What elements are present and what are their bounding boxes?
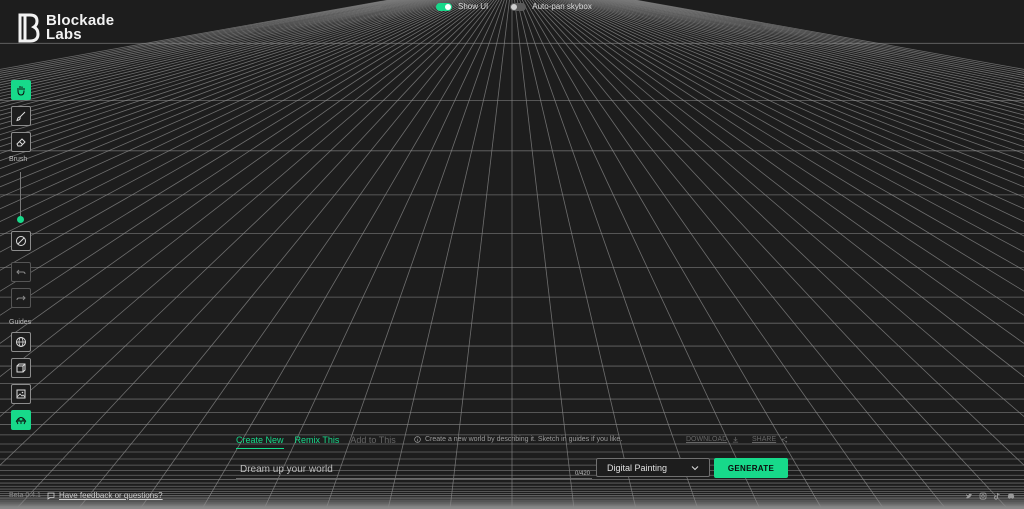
hint-text: Create a new world by describing it. Ske… xyxy=(425,436,623,443)
char-counter: 0/420 xyxy=(574,471,590,477)
brush-icon xyxy=(16,111,26,122)
image-guide-icon xyxy=(16,389,26,399)
eraser-tool-button[interactable] xyxy=(11,132,31,152)
prompt-input[interactable] xyxy=(236,458,562,480)
dome-guide-icon xyxy=(15,417,27,425)
redo-icon xyxy=(16,295,26,301)
prompt-field: 0/420 xyxy=(236,458,592,480)
tab-remix-this[interactable]: Remix This xyxy=(295,435,340,449)
generate-button[interactable]: GENERATE xyxy=(714,458,788,478)
info-icon xyxy=(414,436,421,443)
chevron-down-icon xyxy=(691,465,699,470)
logo-icon xyxy=(18,13,40,43)
share-label: SHARE xyxy=(752,436,777,443)
image-guide-button[interactable] xyxy=(11,384,31,404)
show-ui-toggle[interactable]: Show UI xyxy=(436,2,488,11)
blockade-labs-logo: Blockade Labs xyxy=(18,13,114,43)
discord-icon[interactable] xyxy=(1007,492,1015,500)
brush-size-slider[interactable] xyxy=(20,172,21,220)
guides-label: Guides xyxy=(9,319,32,326)
autopan-switch[interactable] xyxy=(510,2,527,11)
brush-label: Brush xyxy=(9,156,28,163)
show-ui-switch[interactable] xyxy=(436,2,452,11)
brand-line2: Labs xyxy=(46,26,82,43)
clear-icon xyxy=(16,236,26,246)
globe-guide-icon xyxy=(16,337,26,347)
hand-tool-button[interactable] xyxy=(11,80,31,100)
skybox-grid[interactable] xyxy=(0,0,1024,509)
style-dropdown[interactable]: Digital Painting xyxy=(596,458,710,477)
undo-button[interactable] xyxy=(11,262,31,282)
mode-tabs: Create New Remix This Add to This xyxy=(236,435,396,449)
hint-text-row: Create a new world by describing it. Ske… xyxy=(414,436,622,443)
cube-guide-button[interactable] xyxy=(11,358,31,378)
social-links xyxy=(965,492,1015,500)
clear-button[interactable] xyxy=(11,231,31,251)
feedback-text: Have feedback or questions? xyxy=(59,491,163,500)
dome-guide-button[interactable] xyxy=(11,410,31,430)
chat-bubble-icon xyxy=(47,492,55,500)
version-label: Beta 0.4.1 xyxy=(9,492,41,499)
redo-button[interactable] xyxy=(11,288,31,308)
autopan-toggle[interactable]: Auto-pan skybox xyxy=(510,2,592,11)
share-icon xyxy=(782,436,788,443)
download-icon xyxy=(733,436,739,443)
eraser-icon xyxy=(16,138,26,147)
undo-icon xyxy=(16,269,26,275)
download-label: DOWNLOAD xyxy=(686,436,728,443)
brush-tool-button[interactable] xyxy=(11,106,31,126)
feedback-link[interactable]: Have feedback or questions? xyxy=(47,491,163,500)
tab-create-new[interactable]: Create New xyxy=(236,435,284,449)
share-button[interactable]: SHARE xyxy=(752,436,788,443)
show-ui-label: Show UI xyxy=(458,2,489,11)
globe-guide-button[interactable] xyxy=(11,332,31,352)
instagram-icon[interactable] xyxy=(979,492,987,500)
twitter-icon[interactable] xyxy=(965,492,973,500)
tiktok-icon[interactable] xyxy=(993,492,1001,500)
hand-icon xyxy=(17,86,25,96)
brush-size-handle[interactable] xyxy=(17,216,24,223)
style-selected: Digital Painting xyxy=(607,462,668,473)
tab-add-to-this[interactable]: Add to This xyxy=(350,435,395,449)
autopan-label: Auto-pan skybox xyxy=(532,2,592,11)
cube-guide-icon xyxy=(16,363,26,373)
download-button[interactable]: DOWNLOAD xyxy=(686,436,739,443)
